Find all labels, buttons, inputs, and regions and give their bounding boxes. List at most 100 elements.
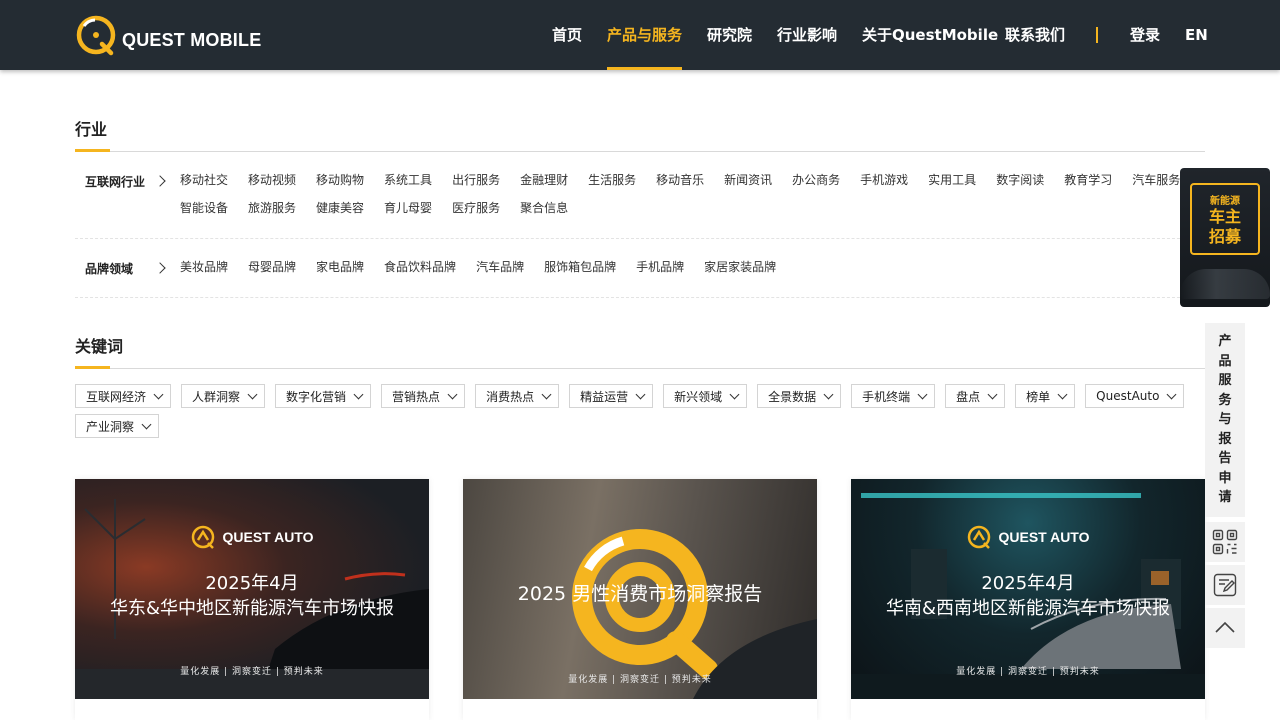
industry-tag[interactable]: 美妆品牌 <box>180 259 228 276</box>
industry-tag[interactable]: 医疗服务 <box>452 200 500 217</box>
brand-name: QUEST AUTO <box>222 529 314 545</box>
qr-code-button[interactable] <box>1205 522 1245 562</box>
keyword-dropdown-label: 手机终端 <box>862 389 911 404</box>
keywords-divider <box>75 368 1205 369</box>
apply-button-char: 品 <box>1218 353 1232 369</box>
industry-tag[interactable]: 母婴品牌 <box>248 259 296 276</box>
chevron-down-icon <box>987 389 998 399</box>
industry-row-label-brand: 品牌领域 <box>85 262 134 276</box>
industry-tag[interactable]: 服饰箱包品牌 <box>544 259 616 276</box>
language-switch[interactable]: EN <box>1185 0 1208 70</box>
industry-tag[interactable]: 聚合信息 <box>520 200 568 217</box>
industry-tag[interactable]: 健康美容 <box>316 200 364 217</box>
industry-tag[interactable]: 智能设备 <box>180 200 228 217</box>
chevron-down-icon <box>153 389 164 399</box>
report-card-cover[interactable]: QUEST AUTO 2025年4月 华南&西南地区新能源汽车市场快报 量化发展… <box>851 479 1205 699</box>
keyword-dropdown[interactable]: 盘点 <box>945 384 1006 408</box>
chevron-down-icon <box>1057 389 1068 399</box>
product-report-apply-button[interactable]: 产品服务与报告申请 <box>1205 323 1245 517</box>
industry-tag[interactable]: 移动视频 <box>248 172 296 189</box>
industry-tag[interactable]: 办公商务 <box>792 172 840 189</box>
apply-button-char: 服 <box>1218 373 1232 389</box>
industry-tag[interactable]: 汽车品牌 <box>476 259 524 276</box>
internet-industry-tags: 移动社交 移动视频 移动购物 系统工具 出行服务 金融理财 生活服务 移动音乐 新闻资讯 办公商务… <box>180 172 1190 217</box>
apply-button-char: 与 <box>1218 412 1232 428</box>
owner-recruitment-banner[interactable]: 新能源 车主 招募 <box>1180 168 1270 307</box>
industry-tag[interactable]: 旅游服务 <box>248 200 296 217</box>
apply-button-char: 申 <box>1218 470 1232 486</box>
nav-about[interactable]: 关于QuestMobile <box>862 0 998 70</box>
nav-home[interactable]: 首页 <box>552 0 582 70</box>
quest-auto-logo-icon <box>192 525 215 549</box>
cover-slogan: 量化发展 | 洞察变迁 | 预判未来 <box>180 667 324 677</box>
industry-tag[interactable]: 实用工具 <box>928 172 976 189</box>
keyword-dropdown[interactable]: 全景数据 <box>757 384 842 408</box>
industry-tag[interactable]: 手机品牌 <box>636 259 684 276</box>
logo[interactable]: QUEST MOBILE <box>75 14 261 56</box>
promo-title-line2: 招募 <box>1208 226 1241 246</box>
chevron-down-icon <box>353 389 364 399</box>
industry-tag[interactable]: 家居家装品牌 <box>704 259 776 276</box>
top-navbar: QUEST MOBILE 首页 产品与服务 研究院 行业影响 关于QuestMo… <box>0 0 1280 70</box>
keyword-dropdown[interactable]: 手机终端 <box>851 384 936 408</box>
chevron-down-icon <box>541 389 552 399</box>
logo-text: QUEST MOBILE <box>122 29 262 50</box>
feedback-form-button[interactable] <box>1205 565 1245 605</box>
report-card-cover[interactable]: QUEST AUTO 2025年4月 华东&华中地区新能源汽车市场快报 量化发展… <box>75 479 429 699</box>
industry-tag[interactable]: 数字阅读 <box>996 172 1044 189</box>
keyword-dropdown[interactable]: 人群洞察 <box>181 384 266 408</box>
industry-tag[interactable]: 教育学习 <box>1064 172 1112 189</box>
industry-tag[interactable]: 移动购物 <box>316 172 364 189</box>
keyword-dropdown[interactable]: 数字化营销 <box>275 384 372 408</box>
cover-date: 2025年4月 <box>205 573 299 594</box>
qr-code-icon <box>1212 529 1238 555</box>
cover-date: 2025年4月 <box>981 573 1075 594</box>
keyword-dropdown[interactable]: 精益运营 <box>569 384 654 408</box>
industry-tag[interactable]: 系统工具 <box>384 172 432 189</box>
industry-tag[interactable]: 育儿母婴 <box>384 200 432 217</box>
nav-industry-impact[interactable]: 行业影响 <box>777 0 837 70</box>
brand-name: QUEST AUTO <box>998 529 1090 545</box>
report-card[interactable]: 2025 男性消费市场洞察报告 量化发展 | 洞察变迁 | 预判未来 <box>463 479 817 720</box>
industry-tag[interactable]: 家电品牌 <box>316 259 364 276</box>
apply-button-char: 报 <box>1218 431 1232 447</box>
login-link[interactable]: 登录 <box>1130 0 1160 70</box>
nav-contact[interactable]: 联系我们 <box>1005 0 1065 70</box>
keyword-dropdown[interactable]: 营销热点 <box>381 384 466 408</box>
industry-tag[interactable]: 新闻资讯 <box>724 172 772 189</box>
keyword-dropdown-label: 人群洞察 <box>192 389 241 404</box>
nav-products-services[interactable]: 产品与服务 <box>607 0 683 70</box>
industry-tag[interactable]: 生活服务 <box>588 172 636 189</box>
chevron-down-icon <box>729 389 740 399</box>
report-card[interactable]: QUEST AUTO 2025年4月 华东&华中地区新能源汽车市场快报 量化发展… <box>75 479 429 720</box>
keyword-dropdown[interactable]: 消费热点 <box>475 384 560 408</box>
quest-auto-brand: QUEST AUTO <box>75 524 429 550</box>
keyword-dropdown[interactable]: 榜单 <box>1015 384 1076 408</box>
chevron-right-icon <box>154 175 166 187</box>
promo-subtitle: 新能源 <box>1210 195 1240 207</box>
report-card[interactable]: QUEST AUTO 2025年4月 华南&西南地区新能源汽车市场快报 量化发展… <box>851 479 1205 720</box>
industry-tag[interactable]: 出行服务 <box>452 172 500 189</box>
chevron-down-icon <box>247 389 258 399</box>
cover-slogan: 量化发展 | 洞察变迁 | 预判未来 <box>956 667 1100 677</box>
industry-tag[interactable]: 食品饮料品牌 <box>384 259 456 276</box>
brand-field-tags: 美妆品牌 母婴品牌 家电品牌 食品饮料品牌 汽车品牌 服饰箱包品牌 手机品牌 家居家装品牌 <box>180 259 1190 276</box>
industry-tag[interactable]: 移动音乐 <box>656 172 704 189</box>
promo-bubble: 新能源 车主 招募 <box>1190 183 1260 255</box>
keyword-dropdown[interactable]: QuestAuto <box>1085 384 1185 408</box>
industry-tag[interactable]: 移动社交 <box>180 172 228 189</box>
keyword-dropdown[interactable]: 互联网经济 <box>75 384 172 408</box>
report-card-cover[interactable]: 2025 男性消费市场洞察报告 量化发展 | 洞察变迁 | 预判未来 <box>463 479 817 699</box>
industry-tag[interactable]: 汽车服务 <box>1132 172 1180 189</box>
cover-slogan: 量化发展 | 洞察变迁 | 预判未来 <box>568 675 712 685</box>
chevron-right-icon <box>154 262 166 274</box>
keyword-dropdown[interactable]: 产业洞察 <box>75 414 160 438</box>
apply-button-char: 务 <box>1218 392 1232 408</box>
keyword-dropdown[interactable]: 新兴领域 <box>663 384 748 408</box>
back-to-top-button[interactable] <box>1205 608 1245 648</box>
keyword-dropdown-label: 全景数据 <box>768 389 817 404</box>
industry-tag[interactable]: 手机游戏 <box>860 172 908 189</box>
nav-research[interactable]: 研究院 <box>707 0 752 70</box>
edit-form-icon <box>1213 573 1237 597</box>
industry-tag[interactable]: 金融理财 <box>520 172 568 189</box>
